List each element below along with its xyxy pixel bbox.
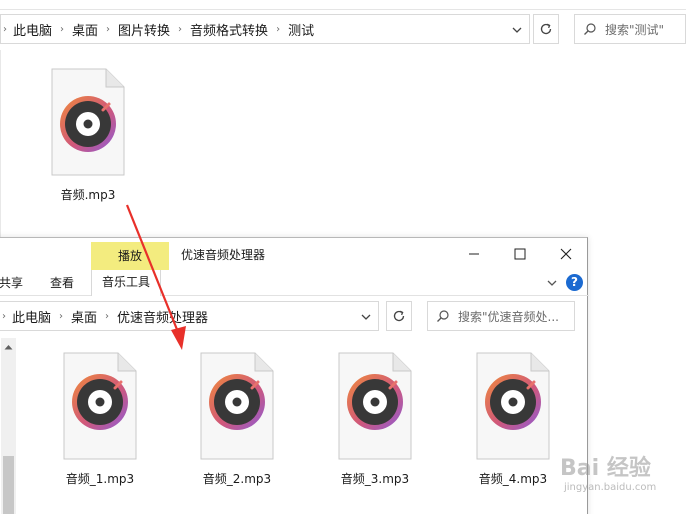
minimize-icon	[469, 253, 479, 255]
address-bar[interactable]: › 此电脑 › 桌面 › 图片转换 › 音频格式转换 › 测试	[0, 14, 530, 44]
file-item[interactable]: 音频_4.mp3	[463, 352, 563, 487]
refresh-button[interactable]	[533, 14, 559, 44]
file-item[interactable]: 音频_1.mp3	[50, 352, 150, 487]
chevron-down-icon[interactable]	[511, 24, 523, 36]
file-item[interactable]: 音频_2.mp3	[187, 352, 287, 487]
music-disc-icon	[63, 352, 137, 460]
search-icon	[575, 22, 605, 36]
breadcrumb-desktop[interactable]: 桌面	[71, 307, 97, 326]
search-placeholder: 搜索"优速音频处...	[458, 309, 559, 324]
breadcrumb-separator: ›	[178, 23, 183, 35]
nav-pane-edge	[0, 50, 1, 240]
help-icon[interactable]: ?	[566, 274, 583, 291]
file-item[interactable]: 音频_3.mp3	[325, 352, 425, 487]
window-title: 优速音频处理器	[181, 248, 266, 262]
breadcrumb-this-pc[interactable]: 此电脑	[12, 307, 51, 326]
breadcrumb-separator: ›	[2, 310, 6, 322]
contextual-tab-play[interactable]: 播放	[91, 242, 169, 270]
search-placeholder: 搜索"测试"	[605, 22, 665, 37]
breadcrumb-separator: ›	[276, 23, 281, 35]
window-top-edge	[0, 0, 686, 10]
search-icon	[428, 309, 458, 323]
ribbon-tabs: 共享 查看 音乐工具 ?	[0, 270, 589, 296]
refresh-icon	[393, 310, 405, 322]
breadcrumb-this-pc[interactable]: 此电脑	[13, 20, 52, 39]
minimize-button[interactable]	[451, 240, 497, 268]
breadcrumb-desktop[interactable]: 桌面	[72, 20, 98, 39]
breadcrumb-image-convert[interactable]: 图片转换	[118, 20, 170, 39]
file-name: 音频_4.mp3	[478, 472, 548, 486]
breadcrumb-separator: ›	[60, 23, 65, 35]
maximize-icon	[514, 248, 526, 260]
tab-music-tools[interactable]: 音乐工具	[91, 270, 162, 296]
file-item[interactable]: 音频.mp3	[38, 68, 138, 203]
breadcrumb-separator: ›	[3, 23, 7, 35]
close-icon	[560, 248, 572, 260]
tab-share[interactable]: 共享	[0, 274, 23, 291]
breadcrumb-test[interactable]: 测试	[288, 20, 314, 39]
scroll-up-icon[interactable]	[1, 340, 16, 354]
address-bar[interactable]: › 此电脑 › 桌面 › 优速音频处理器	[0, 301, 379, 331]
music-disc-icon	[200, 352, 274, 460]
breadcrumb-separator: ›	[59, 310, 64, 322]
breadcrumb-separator: ›	[106, 23, 111, 35]
chevron-down-icon[interactable]	[545, 276, 559, 290]
scroll-thumb[interactable]	[3, 456, 14, 514]
file-name: 音频_1.mp3	[65, 472, 135, 486]
music-disc-icon	[51, 68, 125, 176]
breadcrumb-youspeed-audio[interactable]: 优速音频处理器	[117, 307, 208, 326]
breadcrumb-audio-convert[interactable]: 音频格式转换	[190, 20, 268, 39]
music-disc-icon	[476, 352, 550, 460]
search-input[interactable]: 搜索"优速音频处...	[427, 301, 575, 331]
music-disc-icon	[338, 352, 412, 460]
close-button[interactable]	[543, 240, 589, 268]
refresh-button[interactable]	[386, 301, 412, 331]
refresh-icon	[540, 23, 552, 35]
front-explorer-window: 播放 优速音频处理器 共享 查看 音乐工具 ? › 此电脑 › 桌面 › 优速音…	[0, 237, 589, 514]
file-name: 音频_2.mp3	[202, 472, 272, 486]
vertical-scrollbar[interactable]	[1, 338, 16, 514]
file-name: 音频.mp3	[60, 188, 116, 202]
tab-view[interactable]: 查看	[50, 274, 74, 291]
file-name: 音频_3.mp3	[340, 472, 410, 486]
maximize-button[interactable]	[497, 240, 543, 268]
breadcrumb-separator: ›	[105, 310, 110, 322]
chevron-down-icon[interactable]	[360, 311, 372, 323]
search-input[interactable]: 搜索"测试"	[574, 14, 686, 44]
